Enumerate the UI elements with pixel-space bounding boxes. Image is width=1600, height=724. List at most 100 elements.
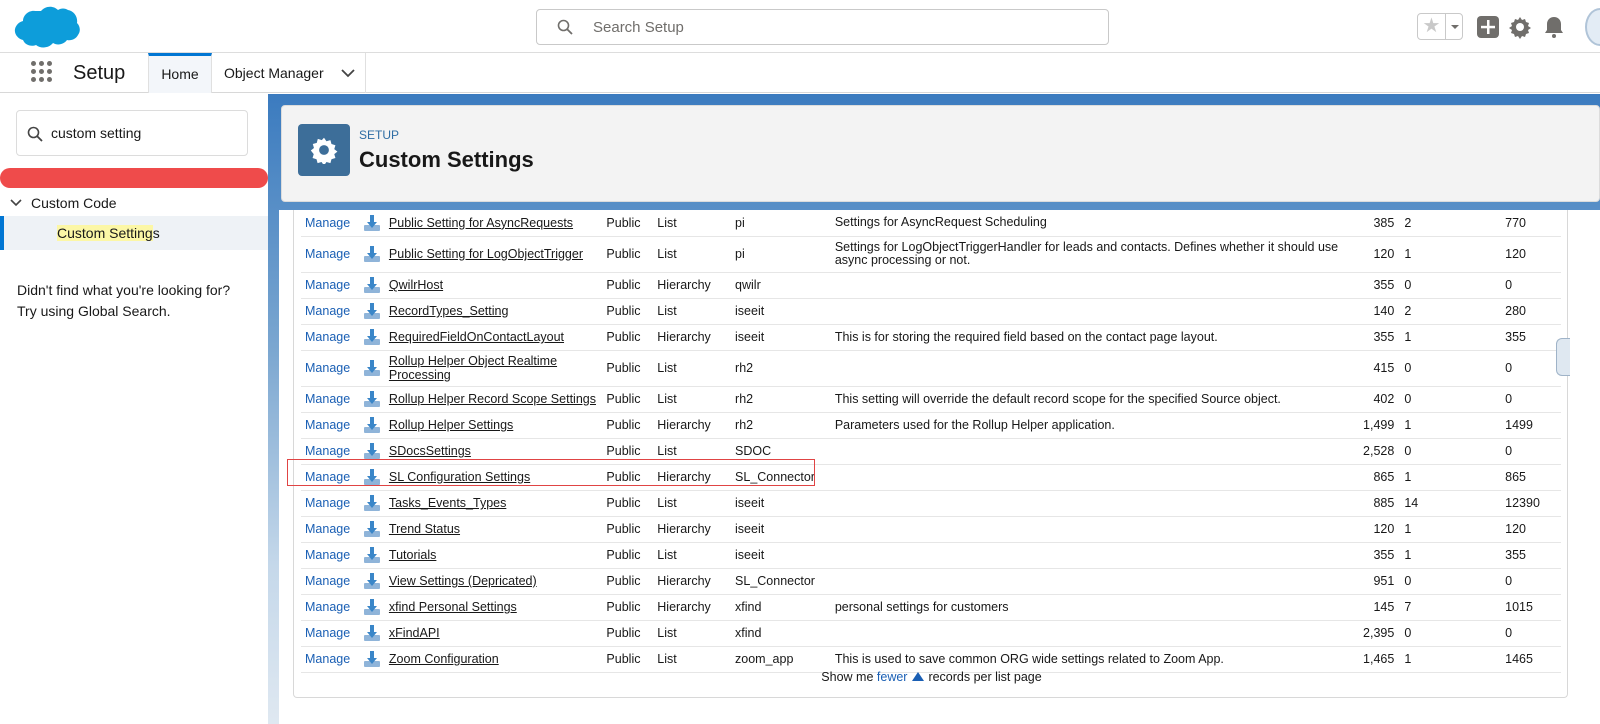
action-cell: Manage	[301, 620, 359, 647]
manage-link[interactable]: Manage	[305, 522, 350, 536]
record-count-cell: 14	[1398, 490, 1502, 517]
setting-type-cell: Hierarchy	[653, 594, 732, 621]
download-icon[interactable]	[363, 328, 381, 346]
download-icon[interactable]	[363, 520, 381, 538]
favorites-dropdown[interactable]	[1445, 14, 1463, 39]
setting-label-link[interactable]: Public Setting for AsyncRequests	[389, 216, 573, 230]
total-size-cell: 0	[1501, 438, 1561, 465]
download-icon[interactable]	[363, 624, 381, 642]
setting-label-link[interactable]: SDocsSettings	[389, 444, 471, 458]
tab-object-manager-label: Object Manager	[224, 65, 324, 81]
setting-type-cell: List	[653, 386, 732, 413]
record-count-cell: 0	[1398, 272, 1502, 299]
download-icon[interactable]	[363, 302, 381, 320]
description-cell	[830, 438, 1354, 465]
setting-type-cell: List	[653, 350, 732, 387]
total-size-cell: 0	[1501, 350, 1561, 387]
triangle-up-icon[interactable]	[911, 671, 925, 682]
manage-link[interactable]: Manage	[305, 496, 350, 510]
download-icon[interactable]	[363, 214, 381, 232]
app-name: Setup	[73, 62, 126, 84]
download-icon[interactable]	[363, 442, 381, 460]
setting-label-link[interactable]: Rollup Helper Settings	[389, 418, 513, 432]
add-icon[interactable]	[1476, 15, 1500, 39]
setting-label-link[interactable]: RequiredFieldOnContactLayout	[389, 330, 564, 344]
download-icon[interactable]	[363, 276, 381, 294]
setting-label-link[interactable]: Zoom Configuration	[389, 652, 499, 666]
setting-type-cell: List	[653, 236, 732, 273]
manage-link[interactable]: Manage	[305, 216, 350, 230]
manage-link[interactable]: Manage	[305, 600, 350, 614]
table-row: Manage Rollup Helper Settings Public Hierar…	[301, 412, 1561, 439]
download-icon[interactable]	[363, 598, 381, 616]
app-launcher-icon[interactable]	[31, 61, 53, 83]
sidebar-item-custom-settings[interactable]: Custom Settings	[0, 216, 268, 250]
download-icon[interactable]	[363, 359, 381, 377]
setting-type-cell: List	[653, 542, 732, 569]
chevron-down-icon[interactable]	[341, 67, 355, 79]
page-header: SETUP Custom Settings	[281, 105, 1600, 202]
setting-label-link[interactable]: View Settings (Depricated)	[389, 574, 537, 588]
visibility-cell: Public	[602, 620, 654, 647]
size-cell: 355	[1353, 542, 1399, 569]
manage-link[interactable]: Manage	[305, 361, 350, 375]
manage-link[interactable]: Manage	[305, 574, 350, 588]
avatar[interactable]	[1585, 8, 1600, 46]
setting-label-link[interactable]: QwilrHost	[389, 278, 443, 292]
fewer-records-link[interactable]: fewer	[877, 670, 908, 684]
setting-label-link[interactable]: Public Setting for LogObjectTrigger	[389, 247, 583, 261]
record-count-cell: 0	[1398, 350, 1502, 387]
manage-link[interactable]: Manage	[305, 278, 350, 292]
download-icon[interactable]	[363, 494, 381, 512]
setting-label-link[interactable]: Rollup Helper Object Realtime Processing	[389, 354, 557, 382]
gear-icon[interactable]	[1508, 15, 1532, 39]
setting-label-link[interactable]: Tasks_Events_Types	[389, 496, 506, 510]
size-cell: 885	[1353, 490, 1399, 517]
setting-label-link[interactable]: Rollup Helper Record Scope Settings	[389, 392, 596, 406]
visibility-cell: Public	[602, 272, 654, 299]
manage-link[interactable]: Manage	[305, 444, 350, 458]
bell-icon[interactable]	[1542, 15, 1566, 39]
tab-object-manager[interactable]: Object Manager	[212, 53, 366, 93]
total-size-cell: 0	[1501, 620, 1561, 647]
manage-link[interactable]: Manage	[305, 418, 350, 432]
favorites-button[interactable]: ★	[1417, 13, 1463, 40]
download-icon[interactable]	[363, 416, 381, 434]
sidebar-category-label: Custom Code	[31, 195, 117, 211]
manage-link[interactable]: Manage	[305, 626, 350, 640]
manage-link[interactable]: Manage	[305, 548, 350, 562]
record-count-cell: 0	[1398, 386, 1502, 413]
sidebar-category-custom-code[interactable]: Custom Code	[0, 192, 268, 216]
download-icon[interactable]	[363, 650, 381, 668]
download-icon[interactable]	[363, 572, 381, 590]
salesforce-cloud-logo[interactable]	[14, 5, 80, 49]
manage-link[interactable]: Manage	[305, 392, 350, 406]
action-cell: Manage	[301, 490, 359, 517]
download-icon[interactable]	[363, 546, 381, 564]
setup-search-box[interactable]: Search Setup	[536, 9, 1109, 45]
star-icon[interactable]: ★	[1418, 14, 1445, 39]
tab-home[interactable]: Home	[148, 53, 212, 93]
setting-label-link[interactable]: xfind Personal Settings	[389, 600, 517, 614]
record-count-cell: 1	[1398, 516, 1502, 543]
manage-link[interactable]: Manage	[305, 247, 350, 261]
setting-label-link[interactable]: RecordTypes_Setting	[389, 304, 509, 318]
manage-link[interactable]: Manage	[305, 652, 350, 666]
manage-link[interactable]: Manage	[305, 304, 350, 318]
setup-gear-tile	[298, 124, 350, 176]
setting-label-link[interactable]: xFindAPI	[389, 626, 440, 640]
download-icon[interactable]	[363, 390, 381, 408]
visibility-cell: Public	[602, 516, 654, 543]
setting-label-link[interactable]: Tutorials	[389, 548, 436, 562]
visibility-cell: Public	[602, 298, 654, 325]
setting-label-link[interactable]: Trend Status	[389, 522, 460, 536]
action-cell: Manage	[301, 542, 359, 569]
description-cell: personal settings for customers	[830, 594, 1354, 621]
namespace-cell: xfind	[731, 594, 831, 621]
size-cell: 120	[1353, 236, 1399, 273]
panel-collapse-handle[interactable]	[1556, 338, 1570, 376]
gear-icon	[310, 137, 338, 164]
manage-link[interactable]: Manage	[305, 330, 350, 344]
quick-find-input[interactable]: custom setting	[16, 110, 248, 156]
download-icon[interactable]	[363, 245, 381, 263]
